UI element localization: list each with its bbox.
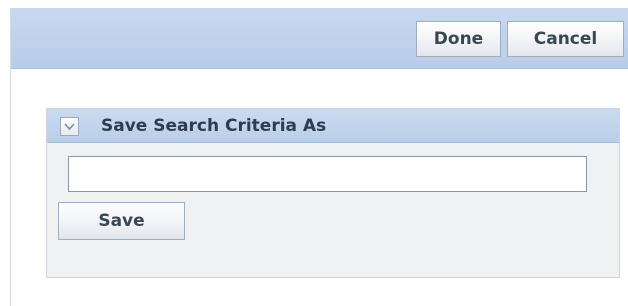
save-button[interactable]: Save bbox=[58, 202, 185, 240]
panel-title: Save Search Criteria As bbox=[101, 116, 327, 136]
save-search-dialog: Done Cancel Save Search Criteria As Save bbox=[10, 8, 628, 306]
search-name-input[interactable] bbox=[68, 156, 587, 192]
save-search-criteria-panel: Save Search Criteria As Save bbox=[46, 108, 620, 278]
dialog-header-bar: Done Cancel bbox=[11, 8, 628, 69]
panel-header: Save Search Criteria As bbox=[47, 109, 619, 143]
chevron-down-icon bbox=[64, 123, 75, 131]
cancel-button[interactable]: Cancel bbox=[507, 21, 624, 57]
page: Done Cancel Save Search Criteria As Save bbox=[0, 0, 628, 306]
done-button[interactable]: Done bbox=[416, 21, 501, 57]
collapse-toggle[interactable] bbox=[60, 117, 79, 136]
